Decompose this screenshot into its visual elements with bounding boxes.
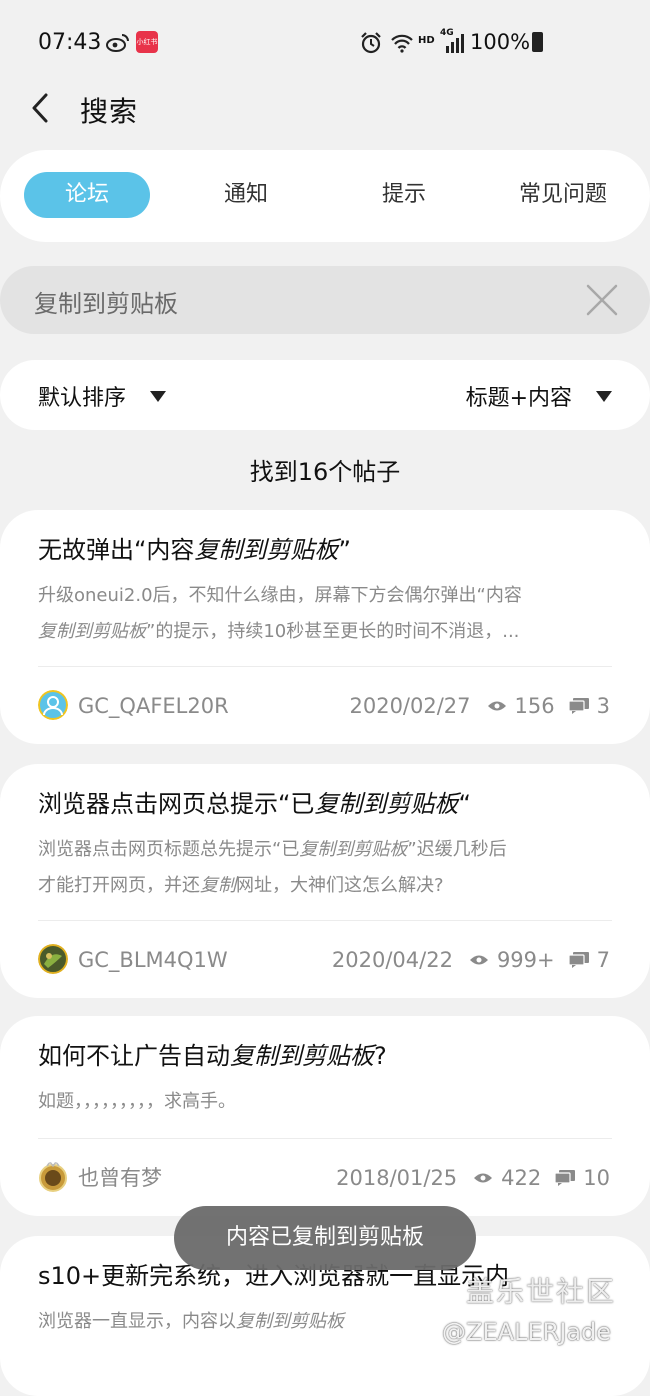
toast-message: 内容已复制到剪贴板 — [174, 1206, 476, 1270]
chevron-down-icon — [150, 390, 167, 402]
post-stats: 2020/02/27 156 3 — [349, 690, 610, 722]
wifi-icon — [391, 34, 413, 53]
divider — [38, 920, 612, 921]
post-date: 2020/02/27 — [349, 694, 471, 718]
status-bar: 07:43 小红书 HD 4G 100% — [0, 0, 650, 80]
redbook-app-icon: 小红书 — [136, 31, 158, 53]
post-card[interactable]: 浏览器点击网页总提示“已复制到剪贴板“ 浏览器点击网页标题总先提示“已复制到剪贴… — [0, 764, 650, 998]
search-scope-label: 标题+内容 — [465, 386, 572, 411]
comments-icon — [568, 952, 589, 968]
chevron-down-icon — [596, 390, 612, 402]
alarm-icon — [361, 32, 381, 54]
hd-indicator: HD — [418, 35, 435, 46]
post-date: 2018/01/25 — [336, 1166, 458, 1190]
clear-search-icon[interactable] — [584, 282, 620, 318]
tab-tips[interactable]: 提示 — [354, 172, 454, 218]
weibo-icon — [106, 34, 129, 52]
post-meta: GC_BLM4Q1W 2020/04/22 999+ 7 — [38, 944, 610, 978]
avatar[interactable] — [38, 690, 68, 720]
battery-icon — [532, 32, 543, 52]
post-author[interactable]: GC_QAFEL20R — [78, 690, 229, 722]
comments-icon — [555, 1170, 576, 1186]
post-excerpt: 浏览器点击网页标题总先提示“已复制到剪贴板”迟缓几秒后 才能打开网页，并还复制网… — [38, 839, 507, 896]
post-title: 如何不让广告自动复制到剪贴板? — [38, 1042, 387, 1070]
page-title: 搜索 — [80, 95, 139, 128]
sort-order-label: 默认排序 — [38, 386, 127, 411]
avatar[interactable] — [38, 1162, 68, 1192]
back-arrow-icon[interactable] — [30, 92, 50, 124]
post-title: 无故弹出“内容复制到剪贴板” — [38, 536, 351, 564]
comments-icon — [568, 698, 589, 714]
post-author[interactable]: GC_BLM4Q1W — [78, 944, 228, 976]
eye-icon — [474, 1173, 493, 1183]
category-tabs: 论坛 通知 提示 常见问题 — [0, 150, 650, 242]
post-replies: 10 — [583, 1166, 610, 1190]
post-author[interactable]: 也曾有梦 — [78, 1162, 162, 1194]
search-scope-dropdown[interactable]: 标题+内容 — [466, 380, 612, 412]
sort-filter-bar: 默认排序 标题+内容 — [0, 360, 650, 430]
tab-forum[interactable]: 论坛 — [24, 172, 150, 218]
watermark-author: @ZEALERJade — [442, 1318, 612, 1346]
post-title: 浏览器点击网页总提示“已复制到剪贴板“ — [38, 790, 471, 818]
post-replies: 3 — [596, 694, 610, 718]
post-date: 2020/04/22 — [331, 948, 453, 972]
signal-icon — [446, 34, 464, 53]
post-views: 422 — [501, 1166, 542, 1190]
status-time: 07:43 — [38, 30, 102, 55]
tab-faq[interactable]: 常见问题 — [504, 172, 622, 218]
post-stats: 2018/01/25 422 10 — [336, 1162, 610, 1194]
search-bar — [0, 266, 650, 334]
eye-icon — [469, 955, 488, 965]
post-replies: 7 — [596, 948, 610, 972]
post-views: 156 — [514, 694, 555, 718]
tab-notifications[interactable]: 通知 — [196, 172, 296, 218]
divider — [38, 1138, 612, 1139]
post-card[interactable]: 如何不让广告自动复制到剪贴板? 如题，，，，，，，，，求高手。 也曾有梦 201… — [0, 1016, 650, 1216]
search-input[interactable] — [32, 280, 556, 322]
post-views: 999+ — [496, 948, 555, 972]
avatar[interactable] — [38, 944, 68, 974]
divider — [38, 666, 612, 667]
sort-order-dropdown[interactable]: 默认排序 — [38, 380, 167, 412]
post-stats: 2020/04/22 999+ 7 — [332, 944, 610, 976]
post-excerpt: 如题，，，，，，，，，求高手。 — [38, 1091, 236, 1112]
post-meta: 也曾有梦 2018/01/25 422 10 — [38, 1162, 610, 1196]
watermark-community: 盖乐世社区 — [466, 1275, 617, 1308]
post-meta: GC_QAFEL20R 2020/02/27 156 3 — [38, 690, 610, 724]
results-count: 找到16个帖子 — [249, 458, 401, 486]
post-excerpt: 升级oneui2.0后，不知什么缘由，屏幕下方会偶尔弹出“内容 复制到剪贴板”的… — [38, 585, 522, 642]
post-card[interactable]: 无故弹出“内容复制到剪贴板” 升级oneui2.0后，不知什么缘由，屏幕下方会偶… — [0, 510, 650, 744]
eye-icon — [487, 701, 506, 711]
battery-percent: 100% — [470, 30, 531, 54]
